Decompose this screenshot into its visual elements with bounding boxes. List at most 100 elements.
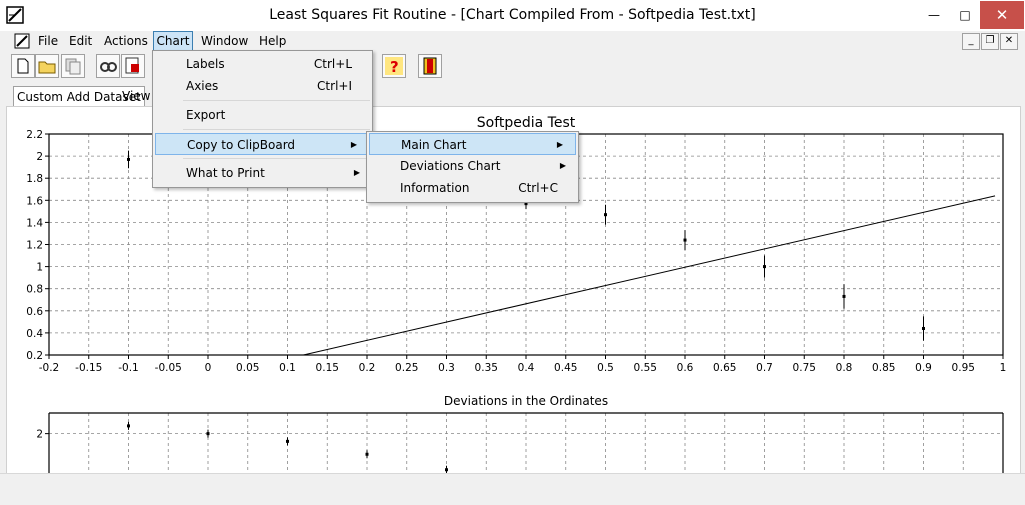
menu-help[interactable]: Help xyxy=(259,31,286,51)
deviation-point xyxy=(206,432,210,436)
x-tick-label: 0.05 xyxy=(236,362,259,374)
y-tick-label: 0.4 xyxy=(26,328,43,340)
window-title: Least Squares Fit Routine - [Chart Compi… xyxy=(269,7,756,23)
find-button[interactable] xyxy=(96,54,120,78)
x-tick-label: 0 xyxy=(205,362,212,374)
menu-separator xyxy=(183,129,370,130)
y-tick-label: 0.6 xyxy=(26,306,43,318)
menu-file[interactable]: File xyxy=(38,31,58,51)
x-tick-label: 0.8 xyxy=(836,362,853,374)
open-folder-button[interactable] xyxy=(35,54,59,78)
menu-item-shortcut: Ctrl+L xyxy=(313,57,352,71)
y-tick-label: 0.8 xyxy=(26,284,43,296)
mdi-close-button[interactable]: ✕ xyxy=(1000,33,1018,50)
menu-item-label: Labels xyxy=(186,57,225,71)
data-point xyxy=(683,238,687,242)
y-tick-label: 1.6 xyxy=(26,195,43,207)
y-tick-label: 1 xyxy=(36,262,43,274)
mdi-minimize-button[interactable]: _ xyxy=(962,33,980,50)
x-tick-label: 0.55 xyxy=(634,362,657,374)
clipboard-submenu: Main Chart ▶ Deviations Chart ▶ Informat… xyxy=(366,131,579,203)
x-tick-label: 0.1 xyxy=(279,362,296,374)
x-tick-label: -0.2 xyxy=(39,362,60,374)
data-point xyxy=(842,294,846,298)
deviation-point xyxy=(445,468,448,472)
open-folder-icon xyxy=(38,61,56,74)
data-point xyxy=(604,213,607,217)
status-bar xyxy=(0,473,1025,505)
x-tick-label: -0.1 xyxy=(118,362,139,374)
exit-door-icon xyxy=(423,57,437,75)
x-tick-label: 0.7 xyxy=(756,362,773,374)
menu-window[interactable]: Window xyxy=(201,31,248,51)
menu-item-label: Deviations Chart xyxy=(400,159,501,173)
submenu-arrow-icon: ▶ xyxy=(556,140,563,149)
menu-item-labels[interactable]: Labels Ctrl+L xyxy=(153,53,372,75)
menu-item-axies[interactable]: Axies Ctrl+I xyxy=(153,75,372,97)
menu-item-label: What to Print xyxy=(186,166,265,180)
menu-item-label: Axies xyxy=(186,79,219,93)
menu-edit[interactable]: Edit xyxy=(69,31,92,51)
document-icon[interactable] xyxy=(14,33,30,49)
find-icon xyxy=(100,62,117,72)
y-tick-label: 1.4 xyxy=(26,217,43,229)
menu-item-label: Information xyxy=(400,181,470,195)
menu-item-label: Copy to ClipBoard xyxy=(187,138,296,152)
x-tick-label: 0.75 xyxy=(793,362,816,374)
help-button[interactable]: ? xyxy=(382,54,406,78)
submenu-arrow-icon: ▶ xyxy=(353,168,360,177)
menu-item-information[interactable]: Information Ctrl+C xyxy=(367,177,578,199)
svg-text:?: ? xyxy=(390,58,399,76)
x-tick-label: 0.95 xyxy=(952,362,975,374)
export-button[interactable] xyxy=(121,54,145,78)
menu-item-main-chart[interactable]: Main Chart ▶ xyxy=(369,133,576,155)
menu-item-label: Main Chart xyxy=(401,138,467,152)
x-tick-label: 0.9 xyxy=(915,362,932,374)
menu-item-what-to-print[interactable]: What to Print ▶ xyxy=(153,162,372,184)
copy-document-icon xyxy=(65,58,81,75)
submenu-arrow-icon: ▶ xyxy=(559,161,566,170)
deviations-chart-title: Deviations in the Ordinates xyxy=(444,394,608,408)
menu-item-export[interactable]: Export xyxy=(153,104,372,126)
x-tick-label: 0.5 xyxy=(597,362,614,374)
y-tick-label: 1.2 xyxy=(26,240,43,252)
menu-item-label: Export xyxy=(186,108,226,122)
data-point xyxy=(763,265,766,269)
menu-item-shortcut: Ctrl+C xyxy=(518,181,558,195)
y-tick-label: 1.8 xyxy=(26,173,43,185)
x-tick-label: 0.85 xyxy=(872,362,895,374)
exit-button[interactable] xyxy=(418,54,442,78)
chart-title: Softpedia Test xyxy=(477,115,576,131)
export-icon xyxy=(125,57,139,74)
minimize-button[interactable]: — xyxy=(918,1,950,29)
y-tick-label: 0.2 xyxy=(26,350,43,362)
deviation-point xyxy=(127,424,130,428)
new-file-button[interactable] xyxy=(11,54,35,78)
menu-chart[interactable]: Chart xyxy=(153,31,193,51)
new-file-icon xyxy=(17,58,29,74)
menu-separator xyxy=(183,158,370,159)
close-button[interactable]: ✕ xyxy=(980,1,1024,29)
y-tick-label: 2 xyxy=(36,151,43,163)
menu-item-shortcut: Ctrl+I xyxy=(317,79,352,93)
menu-item-copy-to-clipboard[interactable]: Copy to ClipBoard ▶ xyxy=(155,133,370,155)
x-tick-label: 1 xyxy=(1000,362,1007,374)
x-tick-label: -0.15 xyxy=(75,362,102,374)
x-tick-label: 0.35 xyxy=(475,362,498,374)
x-tick-label: 0.6 xyxy=(677,362,694,374)
deviation-point xyxy=(365,452,369,456)
mdi-restore-button[interactable]: ❐ xyxy=(981,33,999,50)
submenu-arrow-icon: ▶ xyxy=(350,140,357,149)
y-tick-label: 2.2 xyxy=(26,129,43,141)
data-point xyxy=(922,326,925,330)
data-point xyxy=(127,157,130,161)
x-tick-label: 0.25 xyxy=(395,362,418,374)
tab-view[interactable]: View xyxy=(122,86,150,106)
deviation-point xyxy=(286,439,289,443)
menu-actions[interactable]: Actions xyxy=(104,31,148,51)
x-tick-label: 0.2 xyxy=(359,362,376,374)
maximize-button[interactable]: □ xyxy=(950,1,980,29)
menu-separator xyxy=(183,100,370,101)
copy-button[interactable] xyxy=(61,54,85,78)
menu-item-deviations-chart[interactable]: Deviations Chart ▶ xyxy=(367,155,578,177)
